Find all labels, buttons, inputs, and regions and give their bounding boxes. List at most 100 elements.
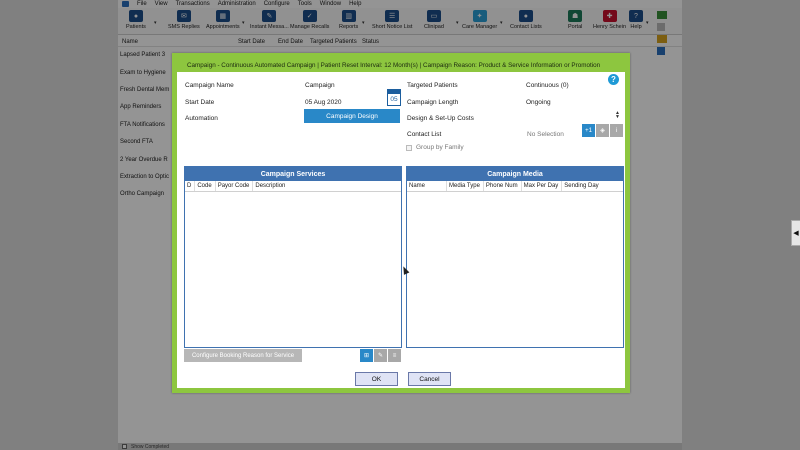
list-item[interactable]: Second FTA	[120, 139, 153, 145]
campaign-media-panel: Campaign Media Name Media Type Phone Num…	[406, 166, 624, 348]
list-item[interactable]: App Reminders	[120, 104, 161, 110]
campaign-length-value: Ongoing	[526, 99, 551, 106]
toolbar-contact-lists-button[interactable]: ● Contact Lists	[510, 10, 542, 34]
campaign-name-value[interactable]: Campaign	[305, 82, 335, 89]
check-icon[interactable]	[657, 11, 667, 19]
side-panel-toggle[interactable]: ◀	[791, 220, 800, 246]
campaign-services-title: Campaign Services	[185, 167, 401, 181]
add-service-button[interactable]: ⊞	[360, 349, 373, 362]
column-sending-day[interactable]: Sending Day	[562, 181, 601, 191]
add-contact-list-button[interactable]: +1	[582, 124, 595, 137]
column-max-per-day[interactable]: Max Per Day	[522, 181, 563, 191]
chevron-down-icon[interactable]: ▾	[242, 20, 245, 26]
list-item[interactable]: FTA Notifications	[120, 122, 165, 128]
menu-configure[interactable]: Configure	[264, 1, 290, 7]
info-icon: i	[615, 127, 618, 134]
column-status[interactable]: Status	[362, 39, 379, 45]
toolbar-help-button[interactable]: ? Help	[629, 10, 643, 34]
ok-button[interactable]: OK	[355, 372, 398, 386]
menu-transactions[interactable]: Transactions	[176, 1, 210, 7]
start-date-label: Start Date	[185, 99, 215, 106]
contact-list-info-button[interactable]: i	[610, 124, 623, 137]
toolbar-care-manager-button[interactable]: ✦ Care Manager	[462, 10, 497, 34]
chevron-down-icon[interactable]: ▾	[500, 20, 503, 26]
database-icon: ≡	[392, 352, 397, 359]
menu-administration[interactable]: Administration	[218, 1, 256, 7]
care-manager-icon: ✦	[472, 10, 487, 22]
calendar-button[interactable]: 05	[387, 89, 401, 106]
toolbar-henry-schein-button[interactable]: ✚ Henry Schein	[593, 10, 626, 34]
campaign-media-title: Campaign Media	[407, 167, 623, 181]
campaign-services-panel: Campaign Services D Code Payor Code Desc…	[184, 166, 402, 348]
menu-view[interactable]: View	[155, 1, 168, 7]
menu-window[interactable]: Window	[320, 1, 341, 7]
help-icon[interactable]: ?	[608, 74, 619, 85]
recalls-icon: ✓	[302, 10, 317, 22]
list-item[interactable]: Extraction to Optic	[120, 174, 169, 180]
toolbar-short-notice-button[interactable]: ☰ Short Notice List	[372, 10, 412, 34]
window-icon[interactable]	[657, 23, 665, 31]
toolbar-clinipad-button[interactable]: ▭ Clinipad	[424, 10, 444, 34]
list-item[interactable]: Ortho Campaign	[120, 191, 164, 197]
clear-contact-list-button[interactable]: ◈	[596, 124, 609, 137]
toolbar-instant-message-button[interactable]: ✎ Instant Messa...	[250, 10, 289, 34]
list-item[interactable]: Exam to Hygiene	[120, 70, 166, 76]
column-name[interactable]: Name	[122, 39, 138, 45]
chevron-down-icon[interactable]: ▾	[456, 20, 459, 26]
start-date-value[interactable]: 05 Aug 2020	[305, 99, 342, 106]
column-targeted-patients[interactable]: Targeted Patients	[310, 39, 357, 45]
clinipad-icon: ▭	[426, 10, 441, 22]
calendar-day: 05	[390, 96, 398, 103]
bottom-status-bar: Show Completed	[118, 443, 682, 450]
show-completed-checkbox[interactable]	[122, 444, 127, 449]
list-item[interactable]: 2 Year Overdue R	[120, 157, 168, 163]
column-start-date[interactable]: Start Date	[238, 39, 265, 45]
toolbar-portal-button[interactable]: ☗ Portal	[568, 10, 582, 34]
column-phone-num[interactable]: Phone Num	[484, 181, 522, 191]
menu-help[interactable]: Help	[349, 1, 361, 7]
toolbar-reports-button[interactable]: ▥ Reports	[339, 10, 358, 34]
eraser-icon: ◈	[600, 128, 605, 134]
column-description[interactable]: Description	[253, 181, 288, 191]
list-item[interactable]: Lapsed Patient 3	[120, 52, 165, 58]
stack-icon[interactable]	[657, 47, 665, 55]
campaign-design-button[interactable]: Campaign Design	[304, 109, 400, 123]
group-by-family-checkbox[interactable]	[406, 145, 412, 151]
column-payor-code[interactable]: Payor Code	[216, 181, 254, 191]
main-toolbar: ● Patients ▾ ✉ SMS Replies ▦ Appointment…	[118, 8, 682, 55]
chevron-down-icon[interactable]: ▾	[362, 20, 365, 26]
column-media-name[interactable]: Name	[407, 181, 447, 191]
column-code[interactable]: Code	[195, 181, 216, 191]
edit-item-icon: ✎	[377, 353, 384, 359]
campaign-name-label: Campaign Name	[185, 82, 234, 89]
cancel-button[interactable]: Cancel	[408, 372, 451, 386]
column-media-type[interactable]: Media Type	[447, 181, 484, 191]
toolbar-patients-button[interactable]: ● Patients	[126, 10, 146, 34]
sms-icon: ✉	[176, 10, 191, 22]
column-d[interactable]: D	[185, 181, 196, 191]
patients-icon: ●	[128, 10, 143, 22]
group-by-family-label: Group by Family	[416, 144, 464, 151]
portal-icon: ☗	[568, 10, 583, 22]
appointments-icon: ▦	[215, 10, 230, 22]
menu-bar: File View Transactions Administration Co…	[118, 0, 682, 8]
contact-list-label: Contact List	[407, 131, 442, 138]
column-end-date[interactable]: End Date	[278, 39, 303, 45]
database-button[interactable]: ≡	[388, 349, 401, 362]
toolbar-manage-recalls-button[interactable]: ✓ Manage Recalls	[290, 10, 329, 34]
menu-tools[interactable]: Tools	[298, 1, 312, 7]
chevron-down-icon[interactable]: ▾	[646, 20, 649, 26]
help-toolbar-icon: ?	[629, 10, 643, 22]
edit-service-button[interactable]: ✎	[374, 349, 387, 362]
toolbar-appointments-button[interactable]: ▦ Appointments	[206, 10, 240, 34]
menu-file[interactable]: File	[137, 1, 147, 7]
campaign-dialog: Campaign - Continuous Automated Campaign…	[172, 53, 630, 393]
short-notice-icon: ☰	[385, 10, 400, 22]
toolbar-sms-replies-button[interactable]: ✉ SMS Replies	[168, 10, 200, 34]
chevron-down-icon[interactable]: ▾	[154, 20, 157, 26]
add-item-icon: ⊞	[363, 353, 370, 359]
costs-stepper[interactable]: ▲ ▼	[615, 111, 620, 120]
list-item[interactable]: Fresh Dental Mem	[120, 87, 169, 93]
instant-message-icon: ✎	[262, 10, 277, 22]
configure-booking-reason-button[interactable]: Configure Booking Reason for Service	[184, 349, 302, 362]
